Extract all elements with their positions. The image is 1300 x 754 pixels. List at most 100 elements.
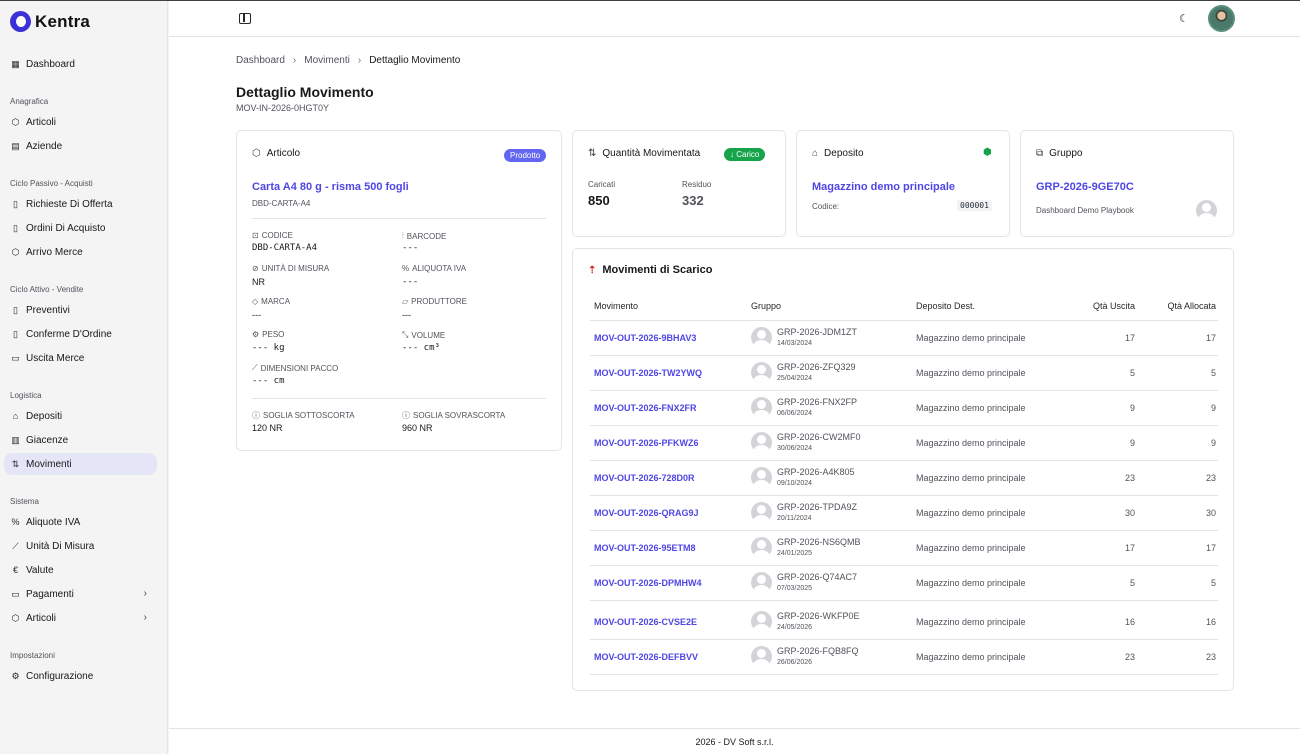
chevron-right-icon: › bbox=[143, 612, 147, 623]
sidebar-item-label: Ordini Di Acquisto bbox=[26, 222, 106, 234]
deposito-dest: Magazzino demo principale bbox=[916, 543, 1026, 553]
sidebar-toggle-icon[interactable] bbox=[239, 13, 251, 24]
gruppo-code: GRP-2026-FNX2FP bbox=[777, 397, 858, 407]
gruppo-code: GRP-2026-CW2MF0 bbox=[777, 432, 861, 442]
movimento-link[interactable]: MOV-OUT-2026-95ETM8 bbox=[594, 543, 696, 553]
sidebar-item-valute[interactable]: € Valute bbox=[4, 559, 157, 581]
sidebar-item-label: Pagamenti bbox=[26, 588, 74, 600]
card-title: Movimenti di Scarico bbox=[602, 264, 713, 276]
sidebar-item-configurazione[interactable]: ⚙ Configurazione bbox=[4, 665, 157, 687]
movimento-link[interactable]: MOV-OUT-2026-DEFBVV bbox=[594, 652, 698, 662]
gruppo-date: 09/10/2024 bbox=[777, 480, 813, 487]
table-row[interactable]: MOV-OUT-2026-FNX2FR GRP-2026-FNX2FP 06/06/… bbox=[590, 391, 1218, 426]
main-content: Dashboard › Movimenti › Dettaglio Movime… bbox=[169, 37, 1300, 728]
iva-value: --- bbox=[402, 277, 419, 287]
gruppo-user-avatar bbox=[1196, 200, 1217, 221]
divider bbox=[252, 398, 546, 399]
sidebar-item-conferme-ordine[interactable]: ▯ Conferme D'Ordine bbox=[4, 323, 157, 345]
movimento-link[interactable]: MOV-OUT-2026-FNX2FR bbox=[594, 403, 697, 413]
movimento-link[interactable]: MOV-OUT-2026-PFKWZ6 bbox=[594, 438, 699, 448]
movimento-link[interactable]: MOV-OUT-2026-9BHAV3 bbox=[594, 333, 696, 343]
gruppo-name-link[interactable]: GRP-2026-9GE70C bbox=[1036, 181, 1134, 193]
section-ciclo-attivo: Ciclo Attivo - Vendite bbox=[10, 285, 84, 294]
sidebar-item-movimenti[interactable]: ⇅ Movimenti bbox=[4, 453, 157, 475]
gruppo-avatar bbox=[751, 397, 772, 418]
user-avatar[interactable] bbox=[1208, 5, 1235, 32]
sidebar-item-label: Articoli bbox=[26, 612, 57, 624]
sidebar-item-label: Aziende bbox=[26, 140, 63, 152]
breadcrumb-movimenti[interactable]: Movimenti bbox=[304, 55, 350, 66]
sidebar-item-depositi[interactable]: ⌂ Depositi bbox=[4, 405, 157, 427]
barcode-icon: ⦙ bbox=[402, 231, 404, 240]
sidebar-item-uscita-merce[interactable]: ▭ Uscita Merce bbox=[4, 347, 157, 369]
sidebar-item-label: Movimenti bbox=[26, 458, 72, 470]
label-text: MARCA bbox=[261, 297, 291, 306]
qta-uscita: 16 bbox=[1124, 617, 1135, 627]
deposito-codice-label: Codice: bbox=[812, 202, 840, 211]
sidebar-item-unita-misura[interactable]: ⟋ Unità Di Misura bbox=[4, 535, 157, 557]
table-row[interactable]: MOV-OUT-2026-CVSE2E GRP-2026-WKFP0E 24/05/… bbox=[590, 605, 1218, 640]
cart-icon: ⊡ bbox=[252, 231, 259, 240]
label-text: CODICE bbox=[261, 231, 293, 240]
gear-icon: ⚙ bbox=[11, 670, 20, 681]
articolo-name-link[interactable]: Carta A4 80 g - risma 500 fogli bbox=[252, 181, 409, 193]
movimento-link[interactable]: MOV-OUT-2026-728D0R bbox=[594, 473, 695, 483]
deposito-dest: Magazzino demo principale bbox=[916, 652, 1026, 662]
tag-icon: ◇ bbox=[252, 297, 259, 306]
sidebar-item-aliquote-iva[interactable]: % Aliquote IVA bbox=[4, 511, 157, 533]
deposito-name-link[interactable]: Magazzino demo principale bbox=[812, 181, 955, 193]
movimento-link[interactable]: MOV-OUT-2026-QRAG9J bbox=[594, 508, 699, 518]
label-text: VOLUME bbox=[411, 330, 446, 340]
table-row[interactable]: MOV-OUT-2026-TW2YWQ GRP-2026-ZFQ329 25/04/… bbox=[590, 356, 1218, 391]
percent-icon: % bbox=[402, 264, 410, 273]
scarico-card-header: ⇡ Movimenti di Scarico bbox=[588, 264, 712, 276]
gruppo-avatar bbox=[751, 611, 772, 632]
table-row[interactable]: MOV-OUT-2026-728D0R GRP-2026-A4K805 09/10/… bbox=[590, 461, 1218, 496]
table-row[interactable]: MOV-OUT-2026-9BHAV3 GRP-2026-JDM1ZT 14/03/… bbox=[590, 321, 1218, 356]
gruppo-avatar bbox=[751, 362, 772, 383]
sidebar-item-aziende[interactable]: ▤ Aziende bbox=[4, 135, 157, 157]
sidebar-item-pagamenti[interactable]: ▭ Pagamenti › bbox=[4, 583, 157, 605]
section-anagrafica: Anagrafica bbox=[10, 97, 49, 106]
articolo-code: DBD-CARTA-A4 bbox=[252, 199, 311, 208]
document-icon: ▯ bbox=[13, 198, 18, 209]
gruppo-date: 26/06/2026 bbox=[777, 659, 813, 666]
table-row[interactable]: MOV-OUT-2026-DPMHW4 GRP-2026-Q74AC7 07/03/… bbox=[590, 566, 1218, 601]
sidebar-item-articoli[interactable]: ⬡ Articoli bbox=[4, 111, 157, 133]
qta-allocata: 23 bbox=[1205, 473, 1216, 483]
gruppo-date: 24/05/2026 bbox=[777, 624, 813, 631]
deposito-dest: Magazzino demo principale bbox=[916, 508, 1026, 518]
breadcrumb-dashboard[interactable]: Dashboard bbox=[236, 55, 285, 66]
sidebar-item-richieste-offerta[interactable]: ▯ Richieste Di Offerta bbox=[4, 193, 157, 215]
table-row[interactable]: MOV-OUT-2026-QRAG9J GRP-2026-TPDA9Z 20/11/… bbox=[590, 496, 1218, 531]
gruppo-code: GRP-2026-WKFP0E bbox=[777, 611, 860, 621]
movimento-link[interactable]: MOV-OUT-2026-CVSE2E bbox=[594, 617, 697, 627]
gruppo-date: 14/03/2024 bbox=[777, 340, 813, 347]
sidebar-item-dashboard[interactable]: ▦ Dashboard bbox=[4, 53, 157, 75]
sidebar-item-articoli-sistema[interactable]: ⬡ Articoli › bbox=[4, 607, 157, 629]
deposito-dest: Magazzino demo principale bbox=[916, 333, 1026, 343]
chevron-right-icon: › bbox=[143, 588, 147, 599]
gruppo-card-header: ⧉ Gruppo bbox=[1036, 148, 1083, 159]
movimento-link[interactable]: MOV-OUT-2026-DPMHW4 bbox=[594, 578, 702, 588]
moon-icon[interactable]: ☾ bbox=[1179, 12, 1189, 25]
sottoscorta-value: 120 NR bbox=[252, 423, 283, 433]
page-subtitle: MOV-IN-2026-0HGT0Y bbox=[236, 103, 330, 113]
sidebar-item-preventivi[interactable]: ▯ Preventivi bbox=[4, 299, 157, 321]
app-logo[interactable]: Kentra bbox=[10, 11, 90, 32]
sidebar-item-giacenze[interactable]: ▥ Giacenze bbox=[4, 429, 157, 451]
table-row[interactable]: MOV-OUT-2026-PFKWZ6 GRP-2026-CW2MF0 30/06/… bbox=[590, 426, 1218, 461]
col-gruppo: Gruppo bbox=[751, 301, 782, 311]
sidebar-item-label: Uscita Merce bbox=[26, 352, 85, 364]
sidebar-item-label: Giacenze bbox=[26, 434, 69, 446]
table-row[interactable]: MOV-OUT-2026-95ETM8 GRP-2026-NS6QMB 24/01/… bbox=[590, 531, 1218, 566]
residuo-value: 332 bbox=[682, 193, 704, 208]
movimento-link[interactable]: MOV-OUT-2026-TW2YWQ bbox=[594, 368, 702, 378]
sidebar-item-ordini-acquisto[interactable]: ▯ Ordini Di Acquisto bbox=[4, 217, 157, 239]
weight-icon: ⚙ bbox=[252, 330, 260, 339]
gruppo-code: GRP-2026-FQB8FQ bbox=[777, 646, 859, 656]
table-row[interactable]: MOV-OUT-2026-DEFBVV GRP-2026-FQB8FQ 26/06/… bbox=[590, 640, 1218, 675]
qta-uscita: 5 bbox=[1129, 578, 1135, 588]
section-impostazioni: Impostazioni bbox=[10, 651, 55, 660]
sidebar-item-arrivo-merce[interactable]: ⬡ Arrivo Merce bbox=[4, 241, 157, 263]
